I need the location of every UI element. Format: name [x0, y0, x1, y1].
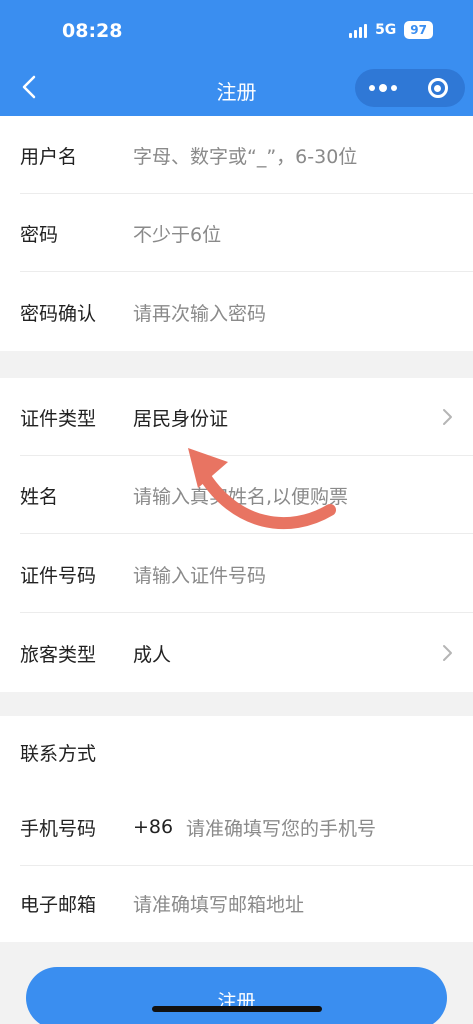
username-field[interactable]: 用户名 字母、数字或“_”，6-30位	[0, 116, 473, 194]
register-button[interactable]: 注册	[26, 967, 447, 1024]
id-number-field[interactable]: 证件号码 请输入证件号码	[0, 535, 473, 613]
passenger-type-field[interactable]: 旅客类型 成人	[0, 614, 473, 692]
password-input[interactable]: 不少于6位	[133, 220, 221, 247]
email-label: 电子邮箱	[20, 893, 97, 916]
password-field[interactable]: 密码 不少于6位	[0, 194, 473, 272]
annotation-arrow-icon	[188, 448, 336, 529]
phone-field[interactable]: 手机号码 +86 请准确填写您的手机号	[0, 788, 473, 866]
phone-input[interactable]: 请准确填写您的手机号	[186, 814, 376, 841]
battery-icon: 97	[404, 21, 433, 39]
id-number-label: 证件号码	[20, 564, 97, 587]
phone-label: 手机号码	[20, 817, 97, 840]
more-button[interactable]	[355, 69, 410, 107]
passenger-type-label: 旅客类型	[20, 643, 97, 666]
register-page: 08:28 5G 97 注册 用户名 字母、数字或“_”，6-30位 密码 不少…	[0, 0, 473, 1024]
signal-icon	[349, 22, 368, 38]
identity-section: 证件类型 居民身份证 姓名 请输入真实姓名,以便购票 证件号码 请输入证件号码 …	[0, 378, 473, 692]
password-confirm-field[interactable]: 密码确认 请再次输入密码	[0, 273, 473, 351]
more-icon	[368, 85, 375, 91]
country-code[interactable]: +86	[133, 816, 173, 838]
passenger-type-select[interactable]: 成人	[133, 640, 171, 667]
username-input[interactable]: 字母、数字或“_”，6-30位	[133, 142, 357, 169]
id-number-input[interactable]: 请输入证件号码	[133, 561, 266, 588]
close-mini-program-button[interactable]	[410, 69, 465, 107]
email-input[interactable]: 请准确填写邮箱地址	[133, 890, 304, 917]
contact-heading-row: 联系方式	[0, 716, 473, 788]
name-label: 姓名	[20, 485, 59, 508]
account-section: 用户名 字母、数字或“_”，6-30位 密码 不少于6位 密码确认 请再次输入密…	[0, 116, 473, 351]
password-confirm-input[interactable]: 请再次输入密码	[133, 299, 266, 326]
chevron-right-icon	[443, 645, 452, 661]
status-indicators: 5G 97	[349, 21, 433, 39]
contact-section: 联系方式 手机号码 +86 请准确填写您的手机号 电子邮箱 请准确填写邮箱地址	[0, 716, 473, 942]
email-field[interactable]: 电子邮箱 请准确填写邮箱地址	[0, 864, 473, 942]
id-type-label: 证件类型	[20, 407, 97, 430]
home-indicator	[152, 1006, 322, 1012]
password-confirm-label: 密码确认	[20, 302, 97, 325]
chevron-right-icon	[443, 409, 452, 425]
header: 08:28 5G 97 注册	[0, 0, 473, 116]
mini-program-capsule	[355, 69, 465, 107]
status-time: 08:28	[62, 20, 123, 42]
close-mini-program-icon	[427, 78, 448, 98]
username-label: 用户名	[20, 145, 78, 168]
id-type-select[interactable]: 居民身份证	[133, 404, 228, 431]
password-label: 密码	[20, 223, 59, 246]
contact-heading: 联系方式	[20, 742, 97, 765]
network-type: 5G	[375, 22, 397, 38]
